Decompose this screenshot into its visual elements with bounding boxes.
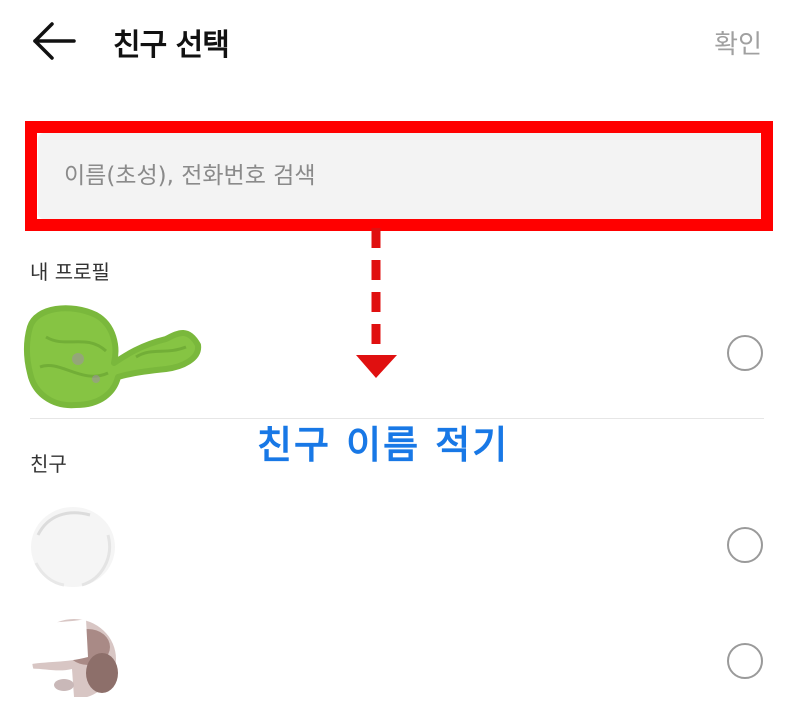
avatar bbox=[26, 619, 118, 697]
annotation-text: 친구 이름 적기 bbox=[257, 423, 510, 467]
friend-radio[interactable] bbox=[727, 643, 763, 679]
avatar bbox=[31, 507, 115, 587]
page-title: 친구 선택 bbox=[113, 28, 230, 63]
my-profile-row[interactable] bbox=[0, 295, 797, 415]
top-bar: 친구 선택 확인 bbox=[0, 0, 797, 86]
friend-row[interactable] bbox=[0, 487, 797, 607]
my-profile-radio[interactable] bbox=[727, 335, 763, 371]
avatar bbox=[24, 305, 202, 409]
back-button[interactable] bbox=[30, 20, 80, 62]
confirm-button[interactable]: 확인 bbox=[714, 24, 762, 61]
highlight-box bbox=[25, 121, 773, 231]
friend-radio[interactable] bbox=[727, 527, 763, 563]
my-profile-section-label: 내 프로필 bbox=[30, 260, 110, 284]
friend-row[interactable] bbox=[0, 603, 797, 723]
friends-section-label: 친구 bbox=[30, 452, 67, 476]
arrow-left-icon bbox=[33, 22, 76, 60]
